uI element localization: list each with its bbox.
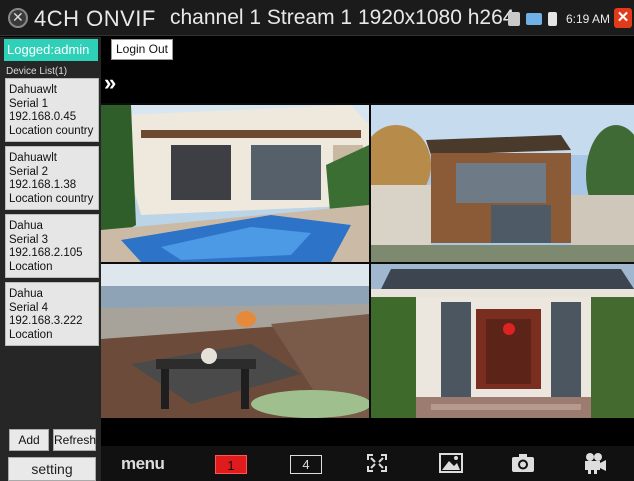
device-ip: 192.168.2.105	[9, 247, 83, 259]
device-name: Dahuawlt	[9, 84, 57, 96]
onvif-logo-icon	[8, 8, 28, 28]
device-location: Location	[9, 260, 53, 273]
device-serial: Serial 4	[9, 301, 48, 314]
device-item-3[interactable]: Dahua Serial 3 192.168.2.105 Location	[5, 214, 99, 278]
device-serial: Serial 3	[9, 233, 48, 246]
device-item-2[interactable]: Dahuawlt Serial 2 192.168.1.38 Location …	[5, 146, 99, 210]
video-feed-1[interactable]	[101, 105, 369, 262]
device-item-1[interactable]: Dahuawlt Serial 1 192.168.0.45 Location …	[5, 78, 99, 142]
network-icon	[526, 13, 542, 25]
stream-title: channel 1 Stream 1 1920x1080 h264	[170, 6, 515, 29]
feed-2-image	[371, 105, 634, 262]
device-location: Location country	[9, 192, 94, 205]
add-button[interactable]: Add	[9, 429, 49, 451]
video-feed-3[interactable]	[101, 264, 369, 418]
sidebar: Logged:admin Device List(1) Dahuawlt Ser…	[0, 37, 101, 481]
camera-icon[interactable]	[511, 452, 535, 474]
layout-1-button[interactable]: 1	[215, 455, 247, 474]
device-serial: Serial 1	[9, 97, 48, 110]
status-icons	[508, 10, 557, 28]
battery-icon	[548, 12, 557, 26]
device-ip: 192.168.0.45	[9, 111, 77, 123]
storage-icon	[508, 12, 520, 26]
feed-3-image	[101, 264, 369, 418]
video-record-icon[interactable]	[583, 452, 607, 474]
bottom-toolbar: menu 1 4	[101, 446, 634, 481]
device-name: Dahuawlt	[9, 152, 57, 164]
logged-in-badge: Logged:admin	[4, 39, 98, 61]
device-list-label: Device List(1)	[6, 66, 68, 77]
device-location: Location country	[9, 124, 94, 137]
video-feed-2[interactable]	[371, 105, 634, 262]
title-bar: 4CH ONVIF channel 1 Stream 1 1920x1080 h…	[0, 0, 634, 36]
video-grid[interactable]	[101, 103, 634, 418]
app-title: 4CH ONVIF	[34, 6, 156, 31]
device-ip: 192.168.3.222	[9, 315, 83, 327]
device-name: Dahua	[9, 288, 43, 300]
feed-1-image	[101, 105, 369, 262]
refresh-button[interactable]: Refresh	[53, 429, 96, 451]
picture-icon[interactable]	[439, 452, 463, 474]
close-button[interactable]: ✕	[614, 8, 632, 28]
device-serial: Serial 2	[9, 165, 48, 178]
device-name: Dahua	[9, 220, 43, 232]
login-out-button[interactable]: Login Out	[111, 39, 173, 60]
device-item-4[interactable]: Dahua Serial 4 192.168.3.222 Location	[5, 282, 99, 346]
video-feed-4[interactable]	[371, 264, 634, 418]
fullscreen-icon[interactable]	[365, 452, 389, 474]
clock: 6:19 AM	[566, 12, 611, 26]
expand-icon[interactable]: »	[104, 70, 116, 96]
menu-button[interactable]: menu	[121, 454, 165, 474]
setting-button[interactable]: setting	[8, 457, 96, 481]
layout-4-button[interactable]: 4	[290, 455, 322, 474]
device-ip: 192.168.1.38	[9, 179, 77, 191]
device-location: Location	[9, 328, 53, 341]
feed-4-image	[371, 264, 634, 418]
